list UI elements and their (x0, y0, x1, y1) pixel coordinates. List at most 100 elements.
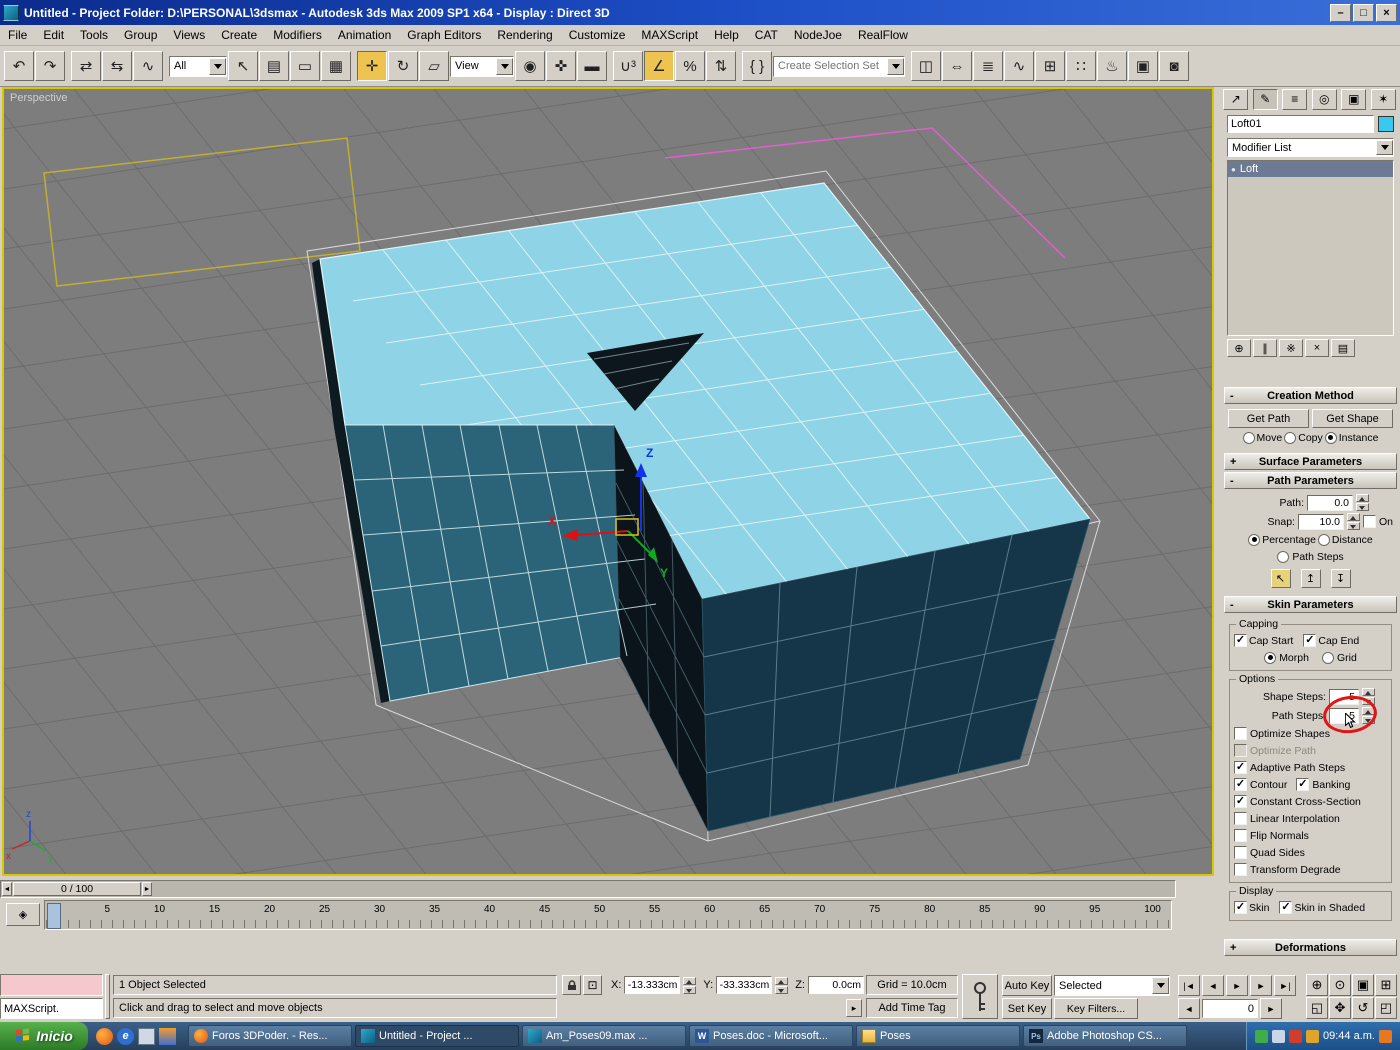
schematic-view-button[interactable]: ⊞ (1035, 51, 1065, 81)
menu-item[interactable]: Create (213, 25, 265, 46)
menu-item[interactable]: RealFlow (850, 25, 916, 46)
current-frame-marker[interactable] (47, 903, 61, 929)
start-button[interactable]: Inicio (0, 1022, 88, 1050)
set-key-button[interactable]: Set Key (1002, 998, 1052, 1019)
go-to-end-button[interactable]: ►| (1274, 975, 1296, 996)
contour-checkbox[interactable] (1234, 778, 1247, 791)
path-steps-field[interactable]: 5 (1329, 707, 1359, 724)
modifier-list-dropdown[interactable]: Modifier List (1227, 138, 1394, 157)
mini-curve-editor-button[interactable]: ◈ (6, 903, 40, 926)
keyboard-shortcut-override-button[interactable]: ▬ (577, 51, 607, 81)
play-button[interactable]: ► (1226, 975, 1248, 996)
pick-shape-button[interactable]: ↖ (1270, 569, 1291, 588)
y-coordinate-field[interactable]: -33.333cm (716, 976, 773, 994)
adaptive-path-steps-checkbox[interactable] (1234, 761, 1247, 774)
tab-motion[interactable]: ◎ (1311, 88, 1337, 110)
linear-interpolation-checkbox[interactable] (1234, 812, 1247, 825)
x-coordinate-field[interactable]: -13.333cm (624, 976, 681, 994)
path-value-spinner[interactable] (1356, 494, 1369, 511)
menu-item[interactable]: NodeJoe (786, 25, 850, 46)
skin-in-shaded-checkbox[interactable] (1279, 901, 1293, 914)
object-name-field[interactable]: Loft01 (1227, 115, 1374, 133)
tray-icon[interactable] (1306, 1029, 1320, 1043)
rectangular-selection-region-button[interactable]: ▭ (290, 51, 320, 81)
redo-button[interactable]: ↷ (35, 51, 65, 81)
snap-value-spinner[interactable] (1346, 513, 1360, 530)
curve-editor-button[interactable]: ∿ (1004, 51, 1034, 81)
combo-arrow-icon[interactable] (1376, 140, 1393, 155)
undo-button[interactable]: ↶ (4, 51, 34, 81)
percent-snap-button[interactable]: % (675, 51, 705, 81)
tray-icon[interactable] (1289, 1029, 1303, 1043)
named-selection-sets-button[interactable]: { } (742, 51, 772, 81)
menu-item[interactable]: Modifiers (265, 25, 330, 46)
align-button[interactable]: ⇔ (942, 51, 972, 81)
x-spinner[interactable] (683, 976, 697, 994)
menu-item[interactable]: CAT (747, 25, 786, 46)
time-slider-track[interactable]: ◄ 0 / 100 ► (0, 880, 1176, 898)
menu-item[interactable]: Group (116, 25, 165, 46)
material-editor-button[interactable]: ∷ (1066, 51, 1096, 81)
get-path-button[interactable]: Get Path (1228, 409, 1309, 428)
menu-item[interactable]: Tools (72, 25, 116, 46)
combo-arrow-icon[interactable] (887, 57, 904, 75)
next-shape-button[interactable]: ↧ (1330, 569, 1351, 588)
deformations-header[interactable]: + Deformations (1224, 939, 1397, 956)
maximize-button[interactable]: □ (1353, 3, 1374, 22)
object-color-swatch[interactable] (1378, 116, 1394, 132)
copy-radio[interactable] (1284, 431, 1297, 444)
quick-launch-media-icon[interactable] (159, 1027, 176, 1045)
track-bar-ruler[interactable]: 0510152025303540455055606570758085909510… (44, 900, 1172, 930)
selection-filter-combo[interactable]: All (169, 55, 227, 77)
skin-checkbox[interactable] (1234, 901, 1247, 914)
taskbar-button-3dsmax-active[interactable]: Untitled - Project ... (355, 1025, 519, 1047)
tab-hierarchy[interactable]: ≡ (1282, 88, 1308, 110)
path-parameters-header[interactable]: - Path Parameters (1224, 472, 1397, 489)
tab-display[interactable]: ▣ (1341, 88, 1367, 110)
show-end-result-button[interactable]: ∥ (1253, 339, 1277, 357)
taskbar-button-photoshop[interactable]: Ps Adobe Photoshop CS... (1023, 1025, 1187, 1047)
spinner-snap-button[interactable]: ⇅ (706, 51, 736, 81)
grid-radio[interactable] (1321, 651, 1334, 664)
previous-frame-button[interactable]: ◄ (1178, 998, 1200, 1019)
banking-checkbox[interactable] (1296, 778, 1310, 791)
tab-create[interactable]: ↗ (1223, 88, 1249, 110)
auto-key-button[interactable]: Auto Key (1002, 975, 1052, 996)
previous-shape-button[interactable]: ↥ (1300, 569, 1321, 588)
remove-modifier-button[interactable]: × (1305, 339, 1329, 357)
menu-item[interactable]: Help (706, 25, 747, 46)
viewport-canvas[interactable]: X Z Y x y z (0, 0, 1400, 1030)
current-frame-field[interactable]: 0 (1202, 999, 1258, 1018)
loft-object[interactable] (312, 182, 1113, 832)
render-setup-button[interactable]: ♨ (1097, 51, 1127, 81)
listener-splitter[interactable] (105, 974, 110, 1019)
taskbar-button-word[interactable]: W Poses.doc - Microsoft... (689, 1025, 853, 1047)
next-key-button[interactable]: ► (1250, 975, 1272, 996)
get-shape-button[interactable]: Get Shape (1312, 409, 1393, 428)
select-and-rotate-button[interactable]: ↻ (388, 51, 418, 81)
creation-method-header[interactable]: - Creation Method (1224, 387, 1397, 404)
tab-modify[interactable]: ✎ (1252, 88, 1278, 110)
cap-end-checkbox[interactable] (1303, 634, 1317, 647)
maxscript-listener-pane[interactable]: MAXScript. (0, 998, 103, 1019)
select-by-name-button[interactable]: ▤ (259, 51, 289, 81)
combo-arrow-icon[interactable] (209, 57, 226, 75)
taskbar-button-firefox[interactable]: Foros 3DPoder. - Res... (188, 1025, 352, 1047)
create-selection-set-combo[interactable] (773, 55, 905, 77)
viewport[interactable]: Perspective X Z Y x y z (0, 0, 1400, 1030)
close-button[interactable]: × (1376, 3, 1397, 22)
orbit-button[interactable]: ↺ (1352, 997, 1374, 1019)
selection-lock-button[interactable] (562, 975, 581, 995)
menu-item[interactable]: Customize (561, 25, 634, 46)
macro-recorder-pane[interactable] (0, 974, 103, 996)
flip-normals-checkbox[interactable] (1234, 829, 1247, 842)
snap-toggle-3d-button[interactable]: ∪³ (613, 51, 643, 81)
instance-radio[interactable] (1324, 431, 1337, 444)
move-radio[interactable] (1242, 431, 1255, 444)
quad-sides-checkbox[interactable] (1234, 846, 1247, 859)
shape-steps-field[interactable]: 5 (1329, 688, 1359, 705)
select-and-scale-button[interactable]: ▱ (419, 51, 449, 81)
angle-snap-button[interactable]: ∠ (644, 51, 674, 81)
menu-item[interactable]: Views (165, 25, 213, 46)
bind-to-space-warp-button[interactable]: ∿ (133, 51, 163, 81)
